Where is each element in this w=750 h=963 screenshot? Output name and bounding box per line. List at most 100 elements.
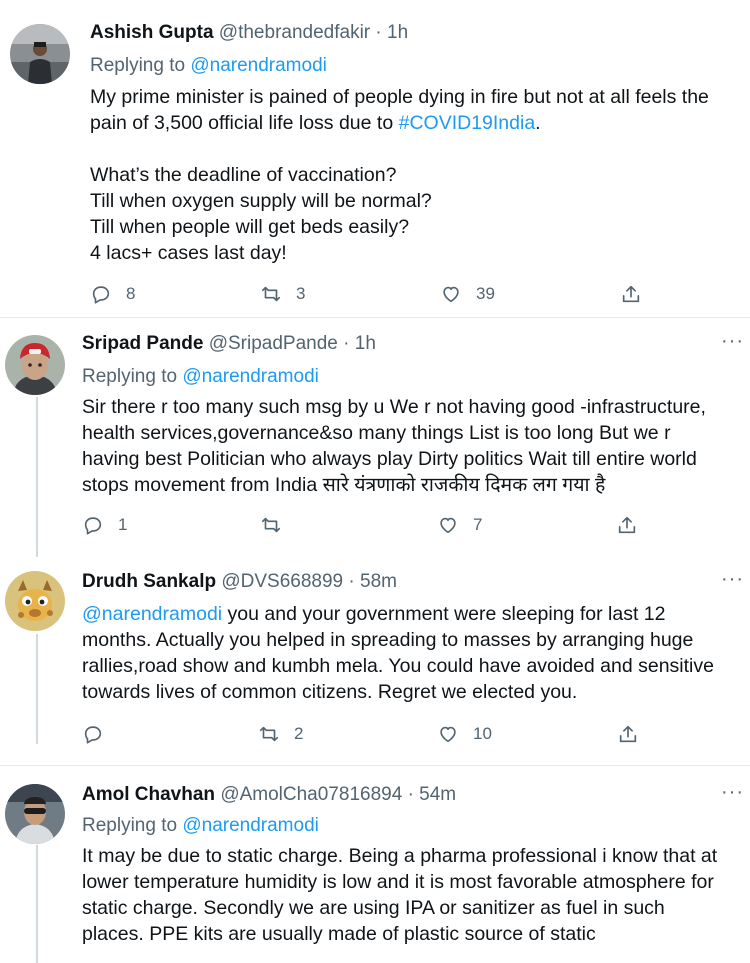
tweet-divider bbox=[0, 765, 750, 766]
like-button[interactable]: 10 bbox=[437, 720, 492, 748]
author-handle[interactable]: @SripadPande bbox=[209, 333, 338, 354]
reply-icon bbox=[84, 517, 102, 535]
tweet-line: Sir there r too many such msg by u We r … bbox=[82, 396, 706, 418]
timestamp[interactable]: 1h bbox=[387, 22, 408, 43]
separator-dot: · bbox=[343, 333, 350, 354]
retweet-button[interactable]: 3 bbox=[260, 280, 305, 308]
more-options-icon[interactable]: ··· bbox=[721, 782, 744, 802]
hashtag-suffix: . bbox=[535, 112, 541, 134]
timestamp[interactable]: 54m bbox=[419, 784, 456, 805]
tweet-text: It may be due to static charge. Being a … bbox=[82, 843, 742, 947]
avatar[interactable] bbox=[5, 335, 65, 395]
more-options-icon[interactable]: ··· bbox=[721, 331, 744, 351]
author-handle[interactable]: @thebrandedfakir bbox=[219, 22, 370, 43]
tweet-line: Till when oxygen supply will be normal? bbox=[90, 190, 432, 212]
tweet-line: months. Actually you helped in spreading… bbox=[82, 629, 694, 651]
tweet-line: It may be due to static charge. Being a … bbox=[82, 845, 718, 867]
timestamp[interactable]: 58m bbox=[360, 571, 397, 592]
tweet-text: Sir there r too many such msg by u We r … bbox=[82, 394, 742, 498]
reply-icon bbox=[92, 286, 110, 304]
avatar[interactable] bbox=[10, 24, 70, 84]
replying-to: Replying to @narendramodi bbox=[90, 53, 327, 79]
tweet-line-text: you and your government were sleeping fo… bbox=[222, 603, 666, 625]
replying-to-label: Replying to bbox=[82, 815, 178, 836]
reply-count: 8 bbox=[126, 284, 136, 303]
retweet-icon bbox=[261, 517, 281, 533]
like-button[interactable]: 39 bbox=[440, 280, 495, 308]
tweet-header: Ashish Gupta @thebrandedfakir · 1h bbox=[90, 20, 408, 46]
tweet-line: towards lives of common citizens. Regret… bbox=[82, 681, 578, 703]
tweet-2[interactable]: Sripad Pande @SripadPande · 1h ··· Reply… bbox=[0, 331, 750, 561]
separator-dot: · bbox=[348, 571, 355, 592]
tweet-line: places. PPE kits are usually made of pla… bbox=[82, 923, 596, 945]
avatar[interactable] bbox=[5, 784, 65, 844]
share-icon bbox=[622, 285, 640, 303]
tweet-text: My prime minister is pained of people dy… bbox=[90, 84, 750, 266]
reply-mention-link[interactable]: @narendramodi bbox=[182, 815, 319, 836]
reply-icon bbox=[84, 726, 102, 744]
tweet-actions: 8 3 39 bbox=[90, 280, 650, 308]
author-name[interactable]: Ashish Gupta bbox=[90, 22, 214, 43]
replying-to-label: Replying to bbox=[90, 55, 186, 76]
tweet-3[interactable]: Drudh Sankalp @DVS668899 · 58m ··· @nare… bbox=[0, 569, 750, 749]
tweet-line: My prime minister is pained of people dy… bbox=[90, 86, 709, 108]
tweet-line: @narendramodi you and your government we… bbox=[82, 601, 742, 627]
heart-icon bbox=[440, 517, 456, 534]
tweet-actions: 2 10 bbox=[82, 720, 642, 748]
tweet-blank-line bbox=[90, 136, 750, 162]
replying-to-label: Replying to bbox=[82, 366, 178, 387]
share-button[interactable] bbox=[616, 511, 638, 539]
avatar[interactable] bbox=[5, 571, 65, 631]
author-name[interactable]: Sripad Pande bbox=[82, 333, 203, 354]
share-icon bbox=[619, 725, 637, 743]
author-handle[interactable]: @AmolCha07816894 bbox=[220, 784, 402, 805]
tweet-line: rallies,road show and kumbh mela. You co… bbox=[82, 655, 714, 677]
share-icon bbox=[618, 516, 636, 534]
tweet-line: 4 lacs+ cases last day! bbox=[90, 242, 287, 264]
reply-button[interactable]: 8 bbox=[90, 280, 135, 308]
timestamp[interactable]: 1h bbox=[355, 333, 376, 354]
tweet-line-text: pain of 3,500 official life loss due to bbox=[90, 112, 399, 134]
tweet-line: health services,governance&so many thing… bbox=[82, 422, 671, 444]
reply-button[interactable] bbox=[82, 720, 118, 748]
tweet-line: stops movement from India सारे यंत्रणाको… bbox=[82, 474, 606, 496]
retweet-count: 3 bbox=[296, 284, 306, 303]
retweet-icon bbox=[261, 286, 281, 302]
tweet-header: Sripad Pande @SripadPande · 1h bbox=[82, 331, 376, 357]
like-count: 39 bbox=[476, 284, 495, 303]
tweet-line: Till when people will get beds easily? bbox=[90, 216, 410, 238]
share-button[interactable] bbox=[617, 720, 639, 748]
retweet-button[interactable] bbox=[260, 511, 296, 539]
replying-to: Replying to @narendramodi bbox=[82, 813, 319, 839]
like-button[interactable]: 7 bbox=[437, 511, 482, 539]
tweet-header: Drudh Sankalp @DVS668899 · 58m bbox=[82, 569, 397, 595]
tweet-text: @narendramodi you and your government we… bbox=[82, 601, 742, 705]
heart-icon bbox=[443, 286, 459, 303]
more-options-icon[interactable]: ··· bbox=[721, 569, 744, 589]
mention-link[interactable]: @narendramodi bbox=[82, 603, 222, 625]
separator-dot: · bbox=[407, 784, 414, 805]
reply-button[interactable]: 1 bbox=[82, 511, 127, 539]
retweet-count: 2 bbox=[294, 724, 304, 743]
author-name[interactable]: Amol Chavhan bbox=[82, 784, 215, 805]
tweet-divider bbox=[0, 317, 750, 318]
reply-count: 1 bbox=[118, 515, 128, 534]
tweet-4[interactable]: Amol Chavhan @AmolCha07816894 · 54m ··· … bbox=[0, 782, 750, 963]
share-button[interactable] bbox=[620, 280, 642, 308]
separator-dot: · bbox=[375, 22, 382, 43]
heart-icon bbox=[440, 726, 456, 743]
reply-mention-link[interactable]: @narendramodi bbox=[190, 55, 327, 76]
tweet-line: pain of 3,500 official life loss due to … bbox=[90, 110, 750, 136]
reply-mention-link[interactable]: @narendramodi bbox=[182, 366, 319, 387]
retweet-icon bbox=[259, 726, 279, 742]
like-count: 7 bbox=[473, 515, 483, 534]
retweet-button[interactable]: 2 bbox=[258, 720, 303, 748]
tweet-1[interactable]: Ashish Gupta @thebrandedfakir · 1h Reply… bbox=[0, 20, 750, 316]
tweet-line: static charge. Secondly we are using IPA… bbox=[82, 897, 665, 919]
tweet-header: Amol Chavhan @AmolCha07816894 · 54m bbox=[82, 782, 456, 808]
author-name[interactable]: Drudh Sankalp bbox=[82, 571, 216, 592]
author-handle[interactable]: @DVS668899 bbox=[221, 571, 343, 592]
hashtag-link[interactable]: #COVID19India bbox=[399, 112, 536, 134]
replying-to: Replying to @narendramodi bbox=[82, 364, 319, 390]
like-count: 10 bbox=[473, 724, 492, 743]
